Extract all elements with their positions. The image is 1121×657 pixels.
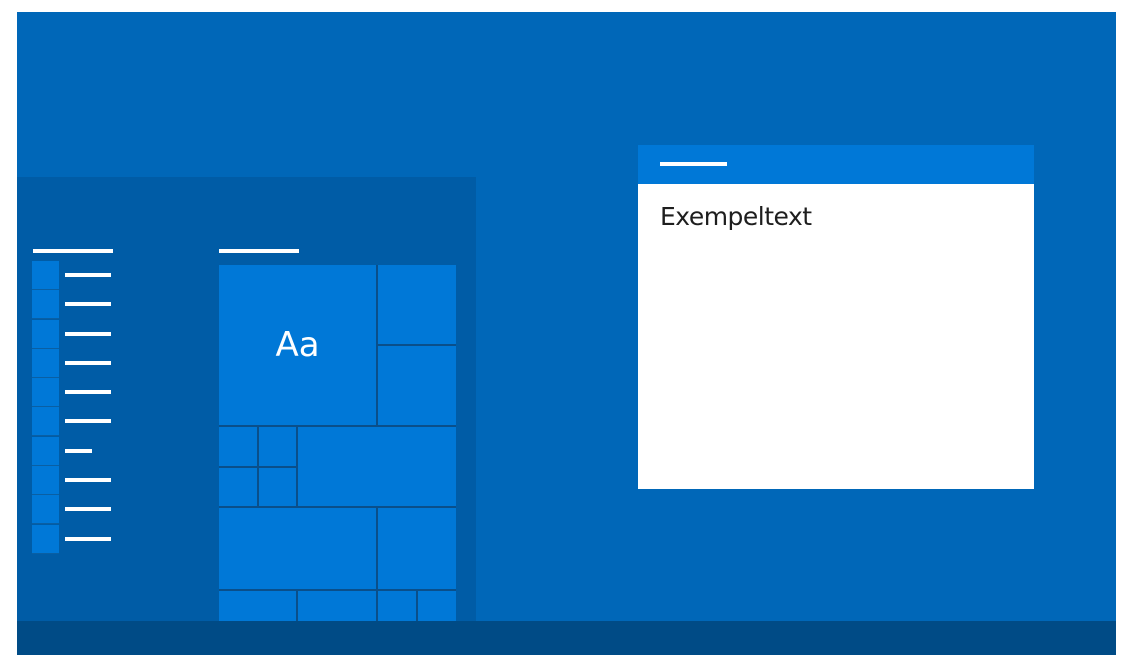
large-tile-text: Aa (275, 325, 320, 365)
app-icon (32, 407, 59, 437)
start-menu-preview: Aa (17, 177, 476, 621)
list-item (32, 348, 112, 378)
app-icon (32, 261, 59, 290)
taskbar (17, 621, 1116, 655)
large-tile: Aa (219, 265, 376, 425)
app-label-placeholder (65, 478, 111, 483)
app-icon (32, 436, 59, 466)
app-label-placeholder (65, 360, 111, 365)
app-label-placeholder (65, 331, 111, 336)
tiles-group-heading (219, 249, 299, 253)
app-icon (32, 378, 59, 408)
list-item (32, 436, 112, 466)
tile (219, 427, 257, 466)
tile (259, 427, 296, 466)
list-item (32, 378, 112, 408)
list-item (32, 290, 112, 320)
list-item (32, 261, 112, 290)
tile (259, 468, 296, 506)
tile (219, 591, 296, 621)
app-icon (32, 290, 59, 320)
tile-grid: Aa (219, 265, 456, 621)
window-titlebar (638, 145, 1034, 184)
app-label-placeholder (65, 448, 92, 453)
app-window-preview: Exempeltext (638, 145, 1034, 489)
app-label-placeholder (65, 302, 111, 307)
app-label-placeholder (65, 390, 111, 395)
app-list (32, 261, 112, 554)
app-label-placeholder (65, 273, 111, 277)
app-icon (32, 524, 59, 554)
app-icon (32, 466, 59, 496)
wide-tile (219, 508, 376, 589)
list-item (32, 524, 112, 554)
list-item (32, 407, 112, 437)
wide-tile (298, 427, 456, 506)
list-item (32, 466, 112, 496)
sample-text: Exempeltext (660, 202, 812, 231)
tile (378, 508, 456, 589)
desktop-background: Aa Exempeltext (17, 12, 1116, 655)
app-list-heading (33, 249, 113, 253)
list-item (32, 495, 112, 525)
app-label-placeholder (65, 536, 111, 541)
tile (219, 468, 257, 506)
window-title-placeholder (660, 162, 727, 166)
app-icon (32, 319, 59, 349)
app-label-placeholder (65, 507, 111, 512)
app-label-placeholder (65, 419, 111, 424)
tile (378, 265, 456, 344)
app-icon (32, 348, 59, 378)
list-item (32, 319, 112, 349)
tile (378, 346, 456, 425)
app-icon (32, 495, 59, 525)
tile (418, 591, 456, 621)
tile (298, 591, 376, 621)
tile (378, 591, 416, 621)
